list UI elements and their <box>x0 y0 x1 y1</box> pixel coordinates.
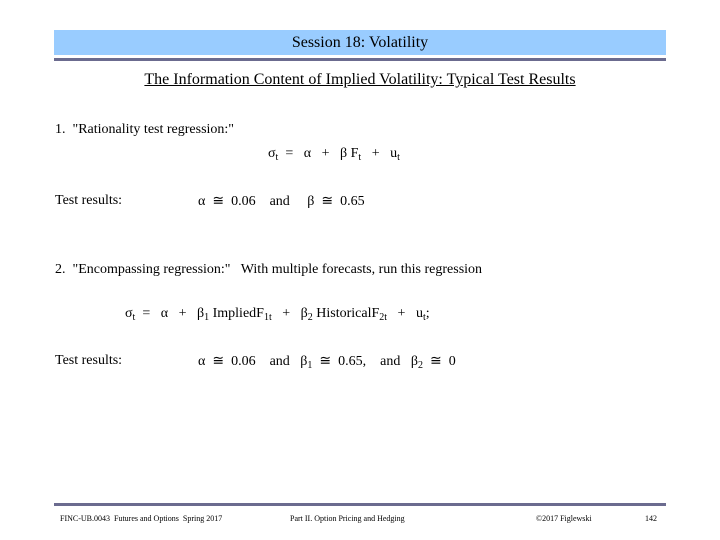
footer-course: FINC-UB.0043 Futures and Options Spring … <box>60 514 223 523</box>
header-bar: Session 18: Volatility <box>54 30 666 55</box>
footer-part: Part II. Option Pricing and Hedging <box>290 514 405 523</box>
historical-forecast: HistoricalF <box>312 306 380 321</box>
subscript: 2t <box>379 312 388 323</box>
alpha-symbol: α <box>303 146 312 161</box>
section2-label: 2. "Encompassing regression:" With multi… <box>55 262 483 277</box>
section2-results: α ≅ 0.06 and β1 ≅ 0.65, and β2 ≅ 0 <box>198 353 456 371</box>
semicolon: ; <box>425 306 430 321</box>
beta2-symbol: β <box>300 306 308 321</box>
subscript: t <box>397 152 400 163</box>
subscript: 1t <box>263 312 272 323</box>
footer-copyright: ©2017 Figlewski <box>536 514 592 523</box>
alpha-symbol: α <box>160 306 169 321</box>
implied-forecast: ImpliedF <box>209 306 264 321</box>
sigma-symbol: σ <box>125 306 133 321</box>
results-text: ≅ 0 <box>422 354 456 369</box>
rationality-equation: σt = α + β Ft + ut <box>268 146 400 163</box>
slide-subtitle: The Information Content of Implied Volat… <box>144 71 576 88</box>
plus: + <box>271 306 301 321</box>
plus: + <box>361 146 391 161</box>
forecast-var: F <box>347 146 359 161</box>
plus: + <box>311 146 340 161</box>
results-text: α ≅ 0.06 and β <box>198 354 308 369</box>
encompassing-equation: σt = α + β1 ImpliedF1t + β2 HistoricalF2… <box>125 306 430 323</box>
header-divider <box>54 58 666 61</box>
session-title: Session 18: Volatility <box>291 34 429 51</box>
results-text: ≅ 0.65, and β <box>312 354 418 369</box>
section1-results: α ≅ 0.06 and β ≅ 0.65 <box>198 194 365 209</box>
equals: = <box>278 146 304 161</box>
error-term: u <box>415 306 423 321</box>
footer-divider <box>54 503 666 506</box>
plus: + <box>387 306 416 321</box>
sigma-symbol: σ <box>268 146 276 161</box>
equals: = <box>135 306 161 321</box>
plus: + <box>168 306 197 321</box>
section1-results-label: Test results: <box>55 193 123 208</box>
page-number: 142 <box>645 514 657 523</box>
section1-label: 1. "Rationality test regression:" <box>55 122 235 137</box>
section2-results-label: Test results: <box>55 353 123 368</box>
